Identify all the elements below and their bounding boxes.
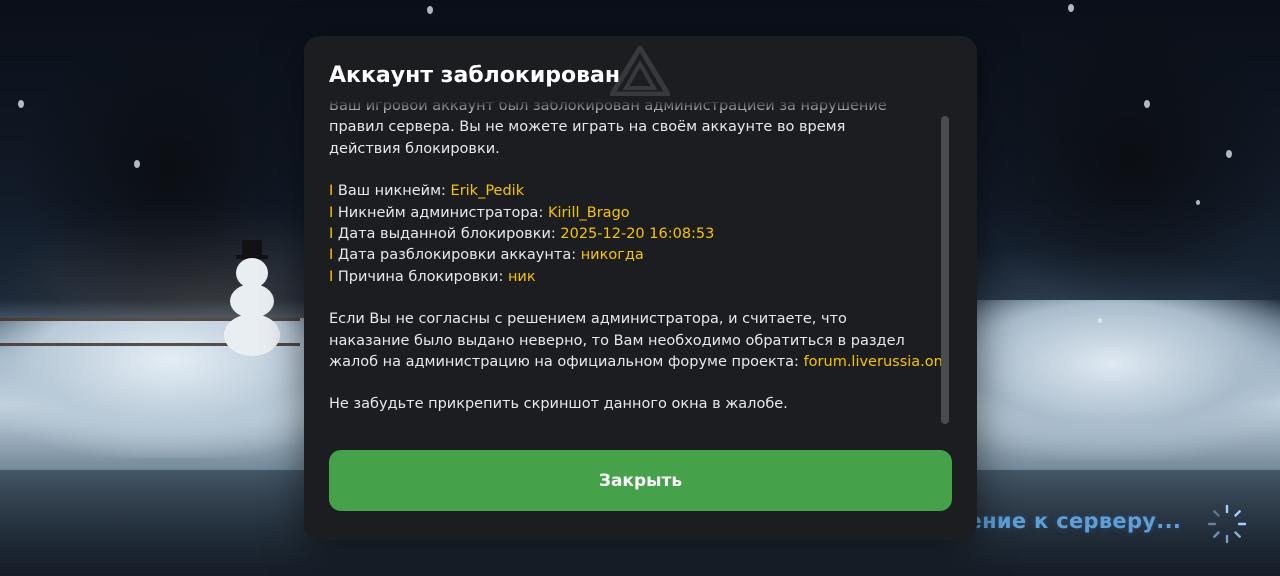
snowflake <box>134 160 140 168</box>
detail-value: Kirill_Brago <box>547 204 630 221</box>
detail-nickname: I Ваш никнейм: Erik_Pedik <box>329 181 941 202</box>
bullet-marker: I <box>329 268 334 285</box>
message-scrollbar[interactable] <box>941 116 949 424</box>
snowflake <box>1144 100 1150 108</box>
tree-silhouette <box>980 0 1280 320</box>
detail-value: 2025-12-20 16:08:53 <box>560 226 715 243</box>
reminder-text: Не забудьте прикрепить скриншот данного … <box>329 396 788 413</box>
detail-label: Никнейм администратора: <box>337 204 548 221</box>
detail-value: ник <box>507 268 536 285</box>
snowflake <box>427 6 433 14</box>
detail-ban-date: I Дата выданной блокировки: 2025-12-20 1… <box>329 224 941 245</box>
bullet-marker: I <box>329 183 334 200</box>
appeal-text: жалоб на администрацию на официальном фо… <box>329 354 804 371</box>
snow-ground <box>940 300 1280 460</box>
snowman-image <box>220 240 284 360</box>
intro-text-line: правил сервера. Вы не можете играть на с… <box>329 119 846 136</box>
close-button[interactable]: Закрыть <box>329 450 952 511</box>
detail-admin-nickname: I Никнейм администратора: Kirill_Brago <box>329 203 941 224</box>
snowflake <box>1098 318 1102 323</box>
detail-label: Ваш никнейм: <box>337 183 451 200</box>
intro-text-line: действия блокировки. <box>329 140 500 157</box>
detail-label: Причина блокировки: <box>337 268 508 285</box>
appeal-text-line: наказание было выдано неверно, то Вам не… <box>329 332 905 349</box>
appeal-text-line: жалоб на администрацию на официальном фо… <box>329 352 941 373</box>
bullet-marker: I <box>329 204 334 221</box>
detail-label: Дата разблокировки аккаунта: <box>337 247 581 264</box>
snowflake <box>1196 200 1200 205</box>
snowflake <box>1068 4 1074 12</box>
loading-spinner-icon <box>1207 504 1247 544</box>
detail-label: Дата выданной блокировки: <box>337 226 561 243</box>
detail-unban-date: I Дата разблокировки аккаунта: никогда <box>329 245 941 266</box>
bullet-marker: I <box>329 226 334 243</box>
snowflake <box>18 100 24 108</box>
dialog-message: Ваш игровой аккаунт был заблокирован адм… <box>329 100 941 460</box>
detail-value: никогда <box>580 247 644 264</box>
bullet-marker: I <box>329 247 334 264</box>
forum-link[interactable]: forum.liverussia.online <box>804 354 941 370</box>
detail-value: Erik_Pedik <box>450 183 525 200</box>
dialog-title: Аккаунт заблокирован <box>329 63 621 88</box>
ban-notice-dialog: Аккаунт заблокирован Ваш игровой аккаунт… <box>304 36 977 540</box>
detail-ban-reason: I Причина блокировки: ник <box>329 267 941 288</box>
snowflake <box>1226 150 1232 158</box>
appeal-text-line: Если Вы не согласны с решением администр… <box>329 311 847 328</box>
scroll-fade <box>329 100 941 114</box>
